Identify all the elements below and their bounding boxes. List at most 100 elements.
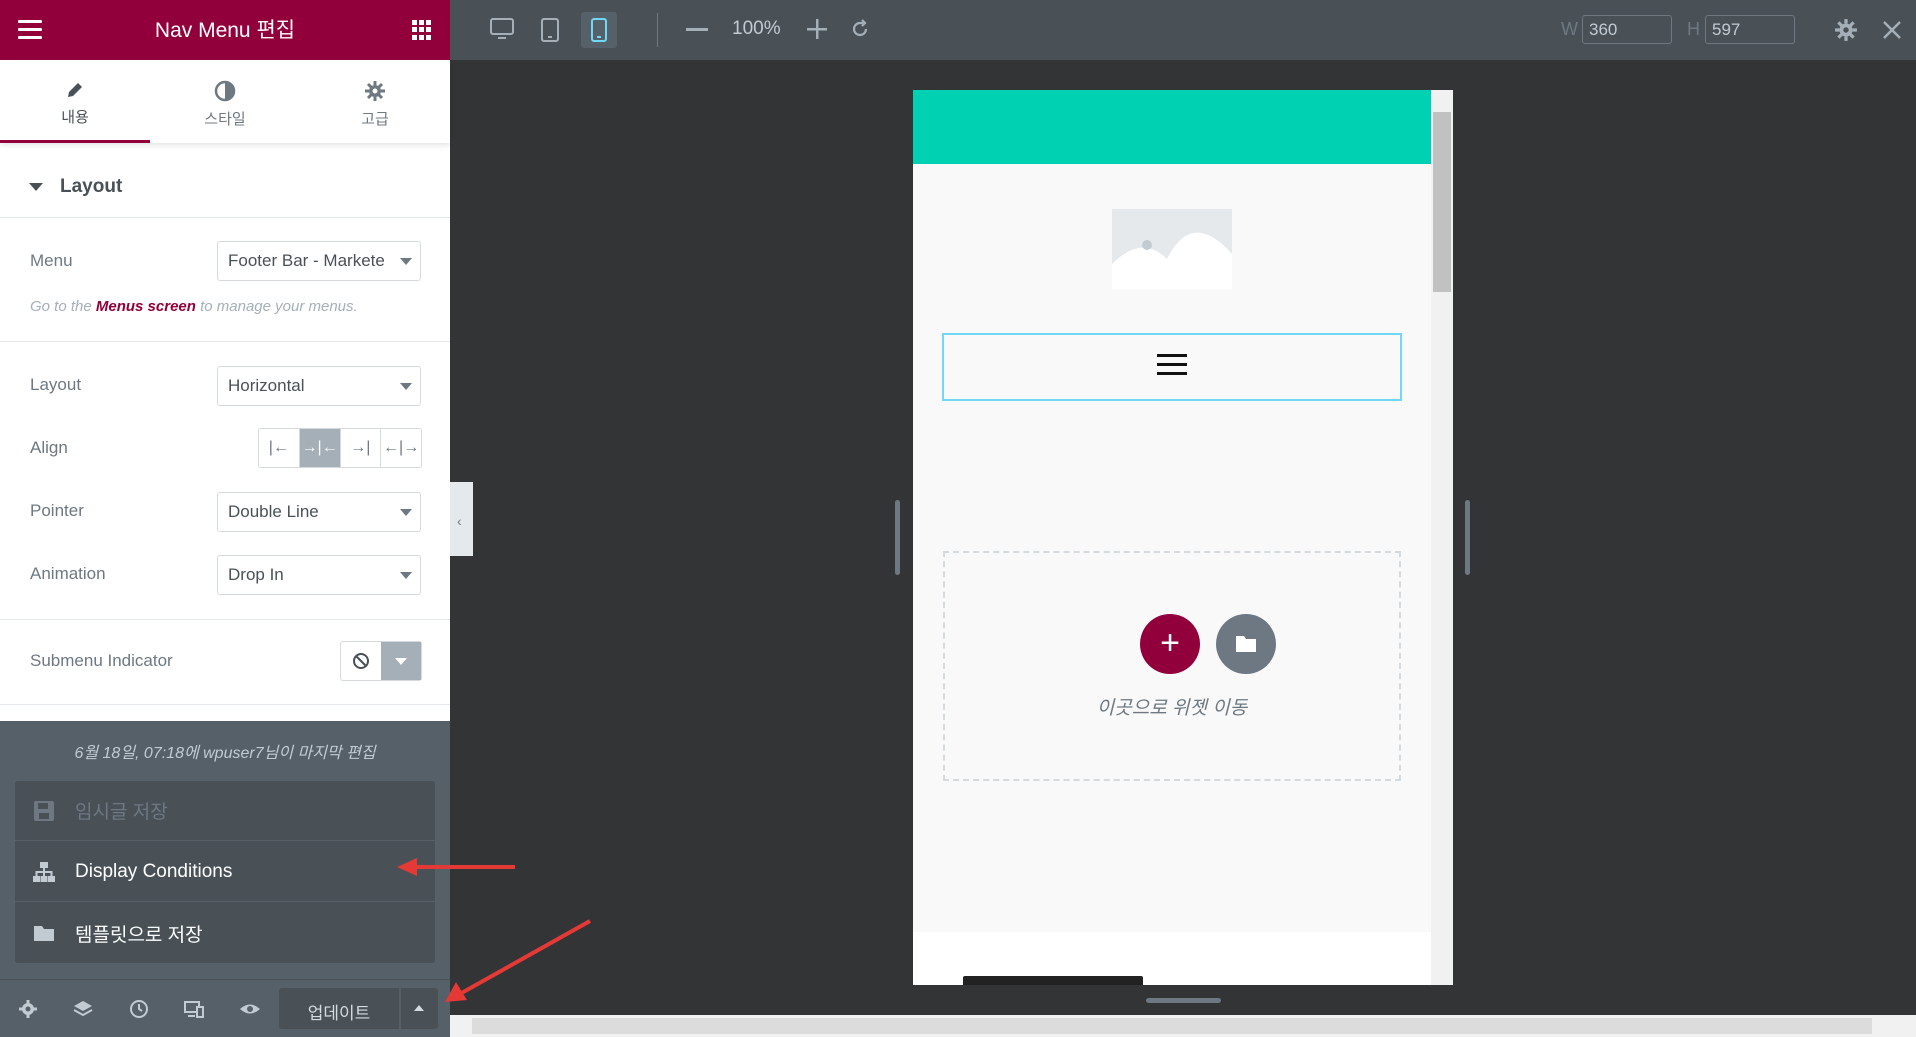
animation-select[interactable]: Drop In xyxy=(217,555,421,595)
preview-scrollbar[interactable] xyxy=(1431,90,1453,985)
save-icon xyxy=(34,801,54,821)
align-choices: |← →|← →| ←|→ xyxy=(258,428,422,468)
animation-select-value: Drop In xyxy=(228,565,284,584)
menu-select-value: Footer Bar - Markete xyxy=(228,251,385,270)
pointer-select-value: Double Line xyxy=(228,502,319,521)
tablet-icon[interactable] xyxy=(541,18,559,42)
pointer-select[interactable]: Double Line xyxy=(217,492,421,532)
submenu-indicator-picker[interactable] xyxy=(340,641,422,681)
display-conditions-item[interactable]: Display Conditions xyxy=(15,842,435,902)
annotation-arrow-display-conditions xyxy=(397,858,515,876)
horizontal-scrollbar[interactable] xyxy=(450,1015,1916,1037)
update-button[interactable]: 업데이트 xyxy=(279,988,399,1029)
height-input[interactable] xyxy=(1705,15,1795,44)
add-section-button[interactable]: + xyxy=(1140,614,1200,674)
layout-select-value: Horizontal xyxy=(228,376,305,395)
drop-zone-text: 이곳으로 위젯 이동 xyxy=(1096,698,1248,719)
annotation-arrow-update xyxy=(445,919,591,1002)
save-options-toggle[interactable] xyxy=(401,988,438,1029)
sitemap-icon xyxy=(33,862,55,882)
add-template-button[interactable] xyxy=(1216,614,1276,674)
menus-screen-link[interactable]: Menus screen xyxy=(96,298,196,315)
submenu-indicator-label: Submenu Indicator xyxy=(30,651,173,670)
mobile-icon[interactable] xyxy=(591,18,607,42)
chevron-down-icon xyxy=(400,258,412,265)
resize-handle-left[interactable] xyxy=(895,500,900,575)
tab-advanced-label: 고급 xyxy=(361,111,389,128)
settings-icon[interactable] xyxy=(1834,18,1858,42)
save-as-template-label: 템플릿으로 저장 xyxy=(75,924,203,946)
image-placeholder-icon[interactable] xyxy=(1112,209,1232,289)
width-input[interactable] xyxy=(1582,15,1672,44)
nav-menu-widget[interactable] xyxy=(942,333,1402,401)
folder-icon xyxy=(34,926,54,941)
tab-style-label: 스타일 xyxy=(204,111,246,128)
close-icon[interactable] xyxy=(1882,20,1902,40)
scrollbar-thumb[interactable] xyxy=(1433,112,1451,292)
layers-icon[interactable] xyxy=(72,998,94,1020)
eye-icon[interactable] xyxy=(239,998,261,1020)
tab-content-label: 내용 xyxy=(61,109,89,126)
layout-label: Layout xyxy=(30,375,82,394)
align-right-icon[interactable]: →| xyxy=(341,429,382,467)
section-title: Layout xyxy=(60,176,123,197)
tab-style[interactable]: 스타일 xyxy=(150,60,300,143)
chevron-left-icon: ‹ xyxy=(457,513,462,529)
panel-collapse-toggle[interactable]: ‹ xyxy=(450,482,473,556)
header-band xyxy=(913,90,1431,164)
chevron-down-icon xyxy=(400,509,412,516)
scrollbar-thumb[interactable] xyxy=(472,1018,1872,1034)
tab-content[interactable]: 내용 xyxy=(0,60,150,143)
display-conditions-label: Display Conditions xyxy=(75,860,233,882)
caret-down-icon xyxy=(29,183,43,191)
settings-icon[interactable] xyxy=(17,998,39,1020)
tab-advanced[interactable]: 고급 xyxy=(300,60,450,143)
menu-label: Menu xyxy=(30,251,73,270)
resize-handle-bottom[interactable] xyxy=(1146,998,1221,1003)
height-label: H xyxy=(1687,19,1700,39)
reset-zoom-icon[interactable] xyxy=(850,19,870,39)
align-left-icon[interactable]: |← xyxy=(259,429,300,467)
save-options-menu: 임시글 저장 Display Conditions 템플릿으로 저장 xyxy=(15,781,435,963)
responsive-icon[interactable] xyxy=(183,998,205,1020)
chevron-down-icon[interactable] xyxy=(381,642,421,680)
align-justify-icon[interactable]: ←|→ xyxy=(381,429,421,467)
save-options-popup: 6월 18일, 07:18에 wpuser7님이 마지막 편집 임시글 저장 D… xyxy=(0,721,450,979)
pencil-icon xyxy=(68,83,82,97)
divider xyxy=(0,341,450,342)
width-label: W xyxy=(1561,19,1578,39)
chevron-down-icon xyxy=(400,572,412,579)
menu-select[interactable]: Footer Bar - Markete xyxy=(217,241,421,281)
layout-section-header[interactable]: Layout xyxy=(0,158,450,218)
note-prefix: Go to the xyxy=(30,298,96,315)
panel-title: Nav Menu 편집 xyxy=(154,19,296,42)
none-icon xyxy=(341,642,381,680)
widgets-grid-icon[interactable] xyxy=(412,20,432,40)
align-center-icon[interactable]: →|← xyxy=(299,429,341,467)
pointer-label: Pointer xyxy=(30,501,84,520)
panel-footer: 업데이트 xyxy=(0,979,450,1037)
chevron-down-icon xyxy=(400,383,412,390)
responsive-topbar: 100% W H xyxy=(450,0,1916,60)
zoom-out-icon[interactable] xyxy=(686,28,708,32)
resize-handle-right[interactable] xyxy=(1465,500,1470,575)
layout-select[interactable]: Horizontal xyxy=(217,366,421,406)
menus-note: Go to the Menus screen to manage your me… xyxy=(30,298,358,315)
desktop-icon[interactable] xyxy=(490,18,514,40)
zoom-level: 100% xyxy=(732,18,781,39)
hamburger-toggle-icon[interactable] xyxy=(1157,354,1187,381)
divider xyxy=(657,13,658,47)
last-edited-text: 6월 18일, 07:18에 wpuser7님이 마지막 편집 xyxy=(74,745,376,762)
widget-drop-zone[interactable]: + 이곳으로 위젯 이동 xyxy=(943,551,1401,781)
save-as-template-item[interactable]: 템플릿으로 저장 xyxy=(15,903,435,963)
editor-panel: Nav Menu 편집 내용 스타일 고급 Layout Menu Footer… xyxy=(0,0,450,1037)
divider xyxy=(0,704,450,705)
caret-up-icon xyxy=(414,1005,424,1011)
history-icon[interactable] xyxy=(128,998,150,1020)
zoom-in-icon[interactable] xyxy=(807,19,827,39)
panel-header: Nav Menu 편집 xyxy=(0,0,450,60)
folder-icon xyxy=(1236,636,1256,652)
half-circle-icon xyxy=(214,80,236,102)
align-label: Align xyxy=(30,438,68,457)
save-draft-item[interactable]: 임시글 저장 xyxy=(15,781,435,841)
